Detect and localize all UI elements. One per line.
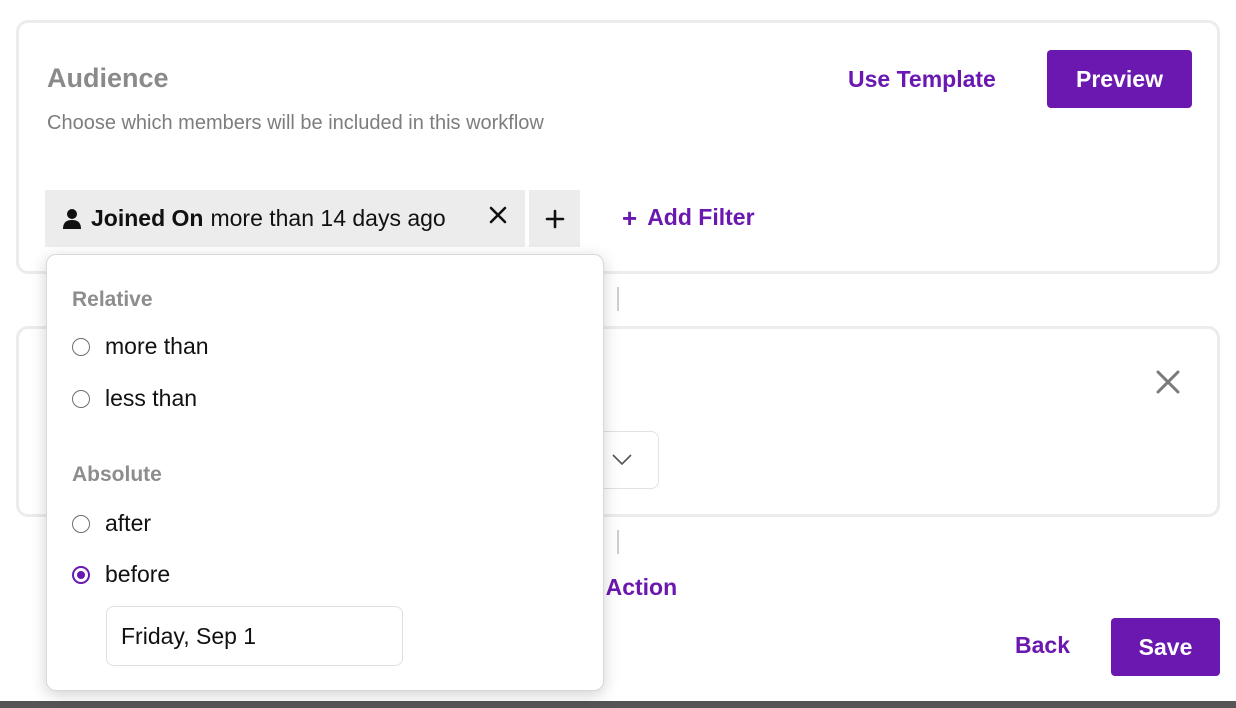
option-after[interactable]: after	[72, 510, 151, 537]
close-icon[interactable]	[1155, 369, 1181, 395]
add-condition-button[interactable]	[529, 190, 580, 247]
audience-subtitle: Choose which members will be included in…	[47, 112, 544, 134]
option-label: before	[105, 561, 171, 587]
filter-value: more than 14 days ago	[210, 205, 446, 231]
plus-icon: +	[622, 202, 638, 233]
absolute-section-label: Absolute	[72, 463, 162, 486]
radio-button[interactable]	[72, 514, 90, 533]
remove-filter-icon[interactable]	[487, 204, 509, 226]
add-filter-button[interactable]: + Add Filter	[622, 204, 755, 231]
person-icon	[63, 208, 81, 230]
add-filter-label: Add Filter	[647, 204, 755, 230]
option-label: more than	[105, 333, 209, 359]
radio-button-selected[interactable]	[72, 565, 90, 584]
plus-icon	[545, 209, 564, 228]
filter-field: Joined On	[91, 205, 204, 231]
save-button[interactable]: Save	[1111, 618, 1220, 676]
audience-card: Audience Choose which members will be in…	[16, 20, 1220, 274]
option-more-than[interactable]: more than	[72, 333, 209, 360]
use-template-link[interactable]: Use Template	[848, 66, 996, 93]
relative-section-label: Relative	[72, 288, 153, 311]
preview-button[interactable]: Preview	[1047, 50, 1192, 108]
radio-button[interactable]	[72, 337, 90, 356]
option-before[interactable]: before	[72, 561, 170, 588]
radio-button[interactable]	[72, 389, 90, 408]
date-input[interactable]: Friday, Sep 1	[106, 606, 403, 666]
bottom-bar	[0, 701, 1236, 708]
audience-title: Audience	[47, 63, 169, 93]
option-label: less than	[105, 385, 198, 411]
connector-line	[617, 530, 619, 554]
filter-chip[interactable]: Joined On more than 14 days ago	[45, 190, 525, 247]
date-filter-dropdown: Relative more than less than Absolute af…	[46, 254, 604, 691]
connector-line	[617, 287, 619, 311]
chevron-down-icon	[612, 454, 632, 466]
option-less-than[interactable]: less than	[72, 385, 197, 412]
back-button[interactable]: Back	[1015, 632, 1070, 659]
option-label: after	[105, 510, 152, 536]
